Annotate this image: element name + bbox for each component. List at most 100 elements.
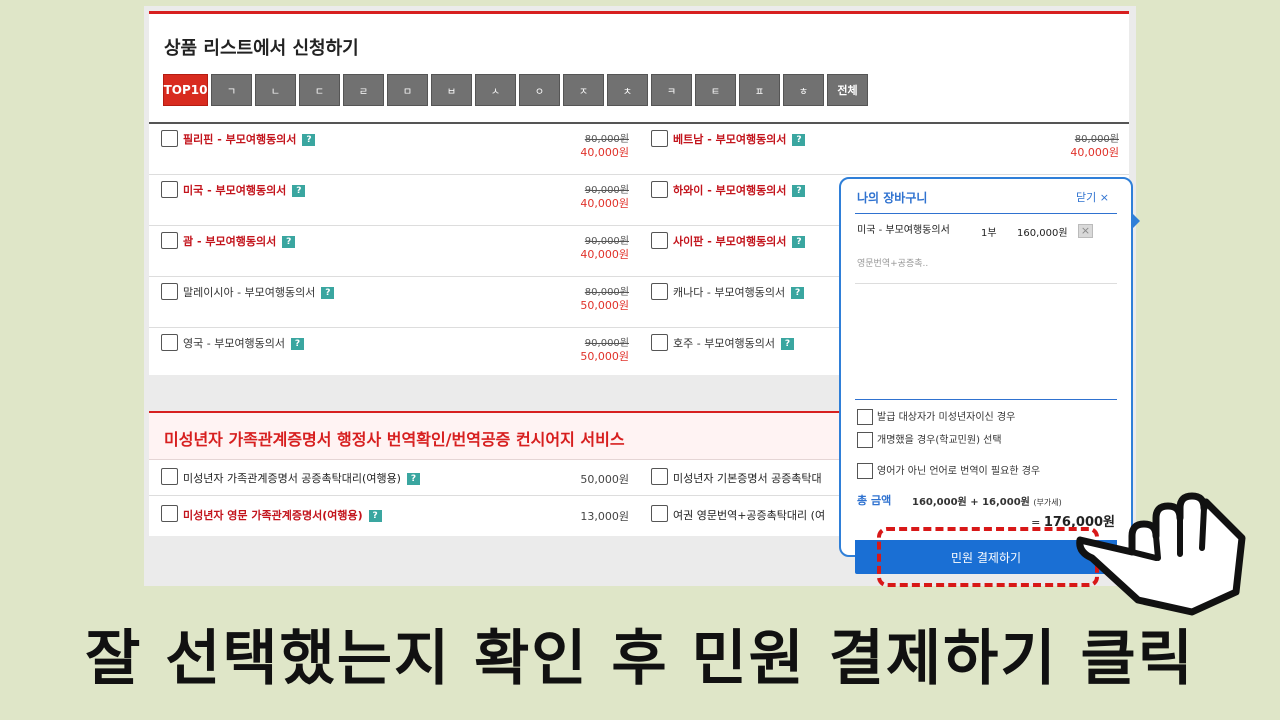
tab-nieun[interactable]: ㄴ — [255, 74, 296, 106]
product-checkbox[interactable] — [651, 283, 668, 300]
option-checkbox[interactable] — [857, 432, 873, 448]
popup-pointer — [1132, 213, 1140, 229]
option-checkbox[interactable] — [857, 409, 873, 425]
highlight-box — [877, 527, 1099, 587]
tab-ieung[interactable]: ㅇ — [519, 74, 560, 106]
product-checkbox[interactable] — [651, 468, 668, 485]
product-checkbox[interactable] — [651, 334, 668, 351]
option-checkbox[interactable] — [857, 463, 873, 479]
total-breakdown: 160,000원 + 16,000원 (부가세) — [912, 497, 1062, 508]
product-checkbox[interactable] — [161, 181, 178, 198]
product-checkbox[interactable] — [651, 181, 668, 198]
cart-item-price: 160,000원 — [1017, 228, 1068, 239]
sale-price: 40,000원 — [580, 197, 629, 210]
product-name[interactable]: 영국 - 부모여행동의서? — [183, 335, 305, 351]
cart-item-name: 미국 - 부모여행동의서 — [857, 225, 950, 236]
product-cell: 말레이시아 - 부모여행동의서? 80,000원 50,000원 — [149, 277, 639, 327]
help-icon[interactable]: ? — [792, 185, 806, 197]
product-name[interactable]: 미국 - 부모여행동의서? — [183, 182, 306, 198]
help-icon[interactable]: ? — [282, 236, 296, 248]
product-checkbox[interactable] — [651, 505, 668, 522]
sale-price: 40,000원 — [580, 248, 629, 261]
divider — [855, 399, 1117, 400]
product-checkbox[interactable] — [161, 232, 178, 249]
help-icon[interactable]: ? — [781, 338, 795, 350]
price: 13,000원 — [580, 510, 629, 523]
product-name[interactable]: 미성년자 영문 가족관계증명서(여행용)? — [183, 507, 382, 523]
caption-text: 잘 선택했는지 확인 후 민원 결제하기 클릭 — [85, 624, 1195, 694]
original-price: 90,000원 — [584, 236, 629, 247]
product-name[interactable]: 호주 - 부모여행동의서? — [673, 335, 795, 351]
tab-kieuk[interactable]: ㅋ — [651, 74, 692, 106]
tab-all[interactable]: 전체 — [827, 74, 868, 106]
table-row: 필리핀 - 부모여행동의서? 80,000원 40,000원 베트남 - 부모여… — [149, 124, 1129, 175]
product-name[interactable]: 사이판 - 부모여행동의서? — [673, 233, 806, 249]
total-label: 총 금액 — [857, 494, 892, 507]
help-icon[interactable]: ? — [406, 473, 420, 485]
tab-tieut[interactable]: ㅌ — [695, 74, 736, 106]
original-price: 80,000원 — [584, 134, 629, 145]
product-checkbox[interactable] — [161, 334, 178, 351]
option-other-language[interactable]: 영어가 아닌 언어로 번역이 필요한 경우 — [857, 462, 1040, 479]
delete-icon[interactable]: × — [1078, 224, 1093, 238]
tab-top10[interactable]: TOP10 — [163, 74, 208, 106]
product-checkbox[interactable] — [651, 130, 668, 147]
product-checkbox[interactable] — [161, 283, 178, 300]
index-tabs: TOP10 ㄱ ㄴ ㄷ ㄹ ㅁ ㅂ ㅅ ㅇ ㅈ ㅊ ㅋ ㅌ ㅍ ㅎ 전체 — [163, 74, 868, 106]
product-name[interactable]: 베트남 - 부모여행동의서? — [673, 131, 806, 147]
product-cell: 필리핀 - 부모여행동의서? 80,000원 40,000원 — [149, 124, 639, 174]
original-price: 80,000원 — [1074, 134, 1119, 145]
product-checkbox[interactable] — [651, 232, 668, 249]
section-title: 미성년자 가족관계증명서 행정사 번역확인/번역공증 컨시어지 서비스 — [164, 430, 625, 449]
product-name[interactable]: 캐나다 - 부모여행동의서? — [673, 284, 805, 300]
tab-hieut[interactable]: ㅎ — [783, 74, 824, 106]
product-cell: 베트남 - 부모여행동의서? 80,000원 40,000원 — [639, 124, 1129, 174]
tab-bieup[interactable]: ㅂ — [431, 74, 472, 106]
tab-mieum[interactable]: ㅁ — [387, 74, 428, 106]
divider — [855, 283, 1117, 284]
product-checkbox[interactable] — [161, 505, 178, 522]
help-icon[interactable]: ? — [292, 185, 306, 197]
price: 50,000원 — [580, 473, 629, 486]
tab-rieul[interactable]: ㄹ — [343, 74, 384, 106]
tab-jieut[interactable]: ㅈ — [563, 74, 604, 106]
product-name[interactable]: 필리핀 - 부모여행동의서? — [183, 131, 316, 147]
product-name[interactable]: 괌 - 부모여행동의서? — [183, 233, 296, 249]
cart-close-button[interactable]: 닫기 × — [1076, 189, 1109, 205]
help-icon[interactable]: ? — [791, 287, 805, 299]
product-cell: 영국 - 부모여행동의서? 90,000원 50,000원 — [149, 328, 639, 379]
pointing-hand-icon — [1076, 492, 1246, 616]
product-name[interactable]: 말레이시아 - 부모여행동의서? — [183, 284, 335, 300]
sale-price: 40,000원 — [580, 146, 629, 159]
original-price: 90,000원 — [584, 185, 629, 196]
tab-digeut[interactable]: ㄷ — [299, 74, 340, 106]
sale-price: 50,000원 — [580, 350, 629, 363]
help-icon[interactable]: ? — [291, 338, 305, 350]
sale-price: 50,000원 — [580, 299, 629, 312]
option-name-change[interactable]: 개명했을 경우(학교민원) 선택 — [857, 431, 1002, 448]
tab-siot[interactable]: ㅅ — [475, 74, 516, 106]
product-name[interactable]: 여권 영문번역+공증촉탁대리 (여 — [673, 507, 825, 523]
product-name[interactable]: 미성년자 가족관계증명서 공증촉탁대리(여행용)? — [183, 470, 420, 486]
tab-chieut[interactable]: ㅊ — [607, 74, 648, 106]
cart-title: 나의 장바구니 — [857, 191, 928, 205]
product-checkbox[interactable] — [161, 130, 178, 147]
product-name[interactable]: 하와이 - 부모여행동의서? — [673, 182, 806, 198]
product-cell: 괌 - 부모여행동의서? 90,000원 40,000원 — [149, 226, 639, 276]
product-checkbox[interactable] — [161, 468, 178, 485]
help-icon[interactable]: ? — [792, 134, 806, 146]
help-icon[interactable]: ? — [792, 236, 806, 248]
original-price: 90,000원 — [584, 338, 629, 349]
tab-pieup[interactable]: ㅍ — [739, 74, 780, 106]
sale-price: 40,000원 — [1070, 146, 1119, 159]
cart-item-qty: 1부 — [981, 228, 997, 239]
original-price: 80,000원 — [584, 287, 629, 298]
product-cell: 미성년자 영문 가족관계증명서(여행용)? 13,000원 — [149, 497, 639, 533]
help-icon[interactable]: ? — [302, 134, 316, 146]
option-minor[interactable]: 발급 대상자가 미성년자이신 경우 — [857, 408, 1015, 425]
help-icon[interactable]: ? — [368, 510, 382, 522]
help-icon[interactable]: ? — [321, 287, 335, 299]
product-name[interactable]: 미성년자 기본증명서 공증촉탁대 — [673, 470, 822, 486]
section-title: 상품 리스트에서 신청하기 — [164, 38, 359, 59]
tab-giyeok[interactable]: ㄱ — [211, 74, 252, 106]
